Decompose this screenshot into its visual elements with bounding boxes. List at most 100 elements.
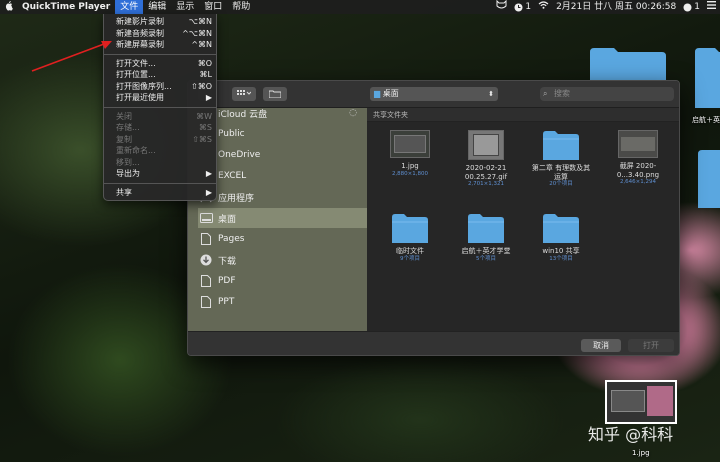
menu-item-open-recent[interactable]: 打开最近使用 ▶ bbox=[104, 92, 216, 104]
menu-file[interactable]: 文件 bbox=[115, 0, 144, 14]
menu-item-label: 存储... bbox=[116, 123, 140, 132]
menu-item-rename: 重新命名... bbox=[104, 145, 216, 157]
file-meta: 5个项目 bbox=[476, 255, 496, 262]
cancel-button[interactable]: 取消 bbox=[581, 339, 621, 352]
image-thumbnail bbox=[468, 130, 504, 160]
file-name: 启航＋英才学堂 bbox=[461, 247, 511, 255]
sidebar-item-label: PDF bbox=[218, 276, 236, 286]
sidebar-item-label: Pages bbox=[218, 234, 245, 244]
datetime[interactable]: 2月21日 廿八 周五 00:26:58 bbox=[556, 0, 676, 14]
control-list-icon[interactable] bbox=[707, 0, 716, 14]
menu-item-label: 新建屏幕录制 bbox=[116, 40, 164, 49]
menu-item-label: 新建音频录制 bbox=[116, 28, 164, 38]
file-item[interactable]: win10 共享 13个项目 bbox=[530, 213, 592, 263]
file-item[interactable]: 2020-02-21 00.25.27.gif 2,701×1,321 bbox=[455, 130, 517, 188]
search-input[interactable]: ⌕ 搜索 bbox=[540, 87, 674, 101]
desktop-folder[interactable] bbox=[698, 148, 720, 211]
location-select[interactable]: ▆ 桌面 ⬍ bbox=[370, 87, 498, 101]
sidebar-item-icloud[interactable]: iCloud 云盘 ◌ bbox=[198, 103, 367, 123]
menu-item-new-screen-recording[interactable]: 新建屏幕录制 ^⌘N bbox=[104, 39, 216, 51]
progress-icon: ◌ bbox=[349, 108, 357, 118]
menu-item-label: 新建影片录制 bbox=[116, 17, 164, 26]
search-placeholder: 搜索 bbox=[554, 89, 570, 98]
sidebar-item-label: iCloud 云盘 bbox=[218, 109, 268, 120]
file-item[interactable]: 临时文件 9个项目 bbox=[379, 213, 441, 263]
download-icon bbox=[198, 253, 214, 267]
new-folder-button[interactable] bbox=[263, 87, 287, 101]
file-meta: 13个项目 bbox=[549, 255, 573, 262]
menu-item-shortcut: ⌥⌘N bbox=[188, 17, 212, 26]
image-thumbnail bbox=[618, 130, 658, 158]
desktop-folder-icon: ▆ bbox=[374, 89, 381, 98]
file-item[interactable]: 截屏 2020-0...3.40.png 2,646×1,294 bbox=[607, 130, 669, 186]
document-icon bbox=[198, 274, 214, 288]
menu-item-export-as[interactable]: 导出为 ▶ bbox=[104, 168, 216, 180]
sidebar-item-ppt[interactable]: PPT bbox=[198, 292, 367, 312]
file-name: 2020-02-21 00.25.27.gif bbox=[464, 164, 508, 181]
file-browser: 共享文件夹 1.jpg 2,880×1,800 2020-02-21 00.25… bbox=[367, 108, 679, 331]
sidebar-item-label: 桌面 bbox=[218, 214, 237, 225]
menu-item-open-location[interactable]: 打开位置... ⌘L bbox=[104, 69, 216, 81]
menu-item-open-file[interactable]: 打开文件... ⌘O bbox=[104, 58, 216, 70]
menu-window[interactable]: 窗口 bbox=[199, 0, 227, 14]
menu-item-shortcut: ⇧⌘S bbox=[192, 134, 212, 144]
menu-bar: QuickTime Player 文件 编辑 显示 窗口 帮助 1 2月21日 … bbox=[0, 0, 720, 14]
file-meta: 9个项目 bbox=[400, 255, 420, 262]
watermark-text: 知乎 @科科 bbox=[588, 425, 674, 444]
view-mode-button[interactable] bbox=[232, 87, 256, 101]
file-item[interactable]: 启航＋英才学堂 5个项目 bbox=[455, 213, 517, 263]
search-icon: ⌕ bbox=[543, 89, 548, 98]
folder-icon bbox=[268, 90, 282, 99]
menu-separator bbox=[104, 106, 216, 108]
menu-view[interactable]: 显示 bbox=[171, 0, 199, 14]
sidebar-item-onedrive[interactable]: OneDrive bbox=[198, 145, 367, 165]
menu-item-label: 共享 bbox=[116, 187, 132, 197]
folder-icon bbox=[468, 214, 504, 243]
sidebar-item-pages[interactable]: Pages bbox=[198, 229, 367, 249]
file-item[interactable]: 第二章 有理数及其运算 20个项目 bbox=[530, 130, 592, 188]
folder-icon bbox=[543, 214, 579, 243]
menu-item-label: 移到... bbox=[116, 157, 140, 167]
menu-item-new-movie-recording[interactable]: 新建影片录制 ⌥⌘N bbox=[104, 16, 216, 28]
notification-icon[interactable]: 1 bbox=[683, 0, 700, 14]
menu-item-move-to: 移到... bbox=[104, 157, 216, 169]
status-area: 1 2月21日 廿八 周五 00:26:58 1 bbox=[496, 0, 716, 14]
sidebar-item-desktop[interactable]: 桌面 bbox=[198, 208, 367, 228]
menu-item-shortcut: ⌘L bbox=[199, 70, 212, 79]
badge-clock-icon[interactable]: 1 bbox=[514, 0, 531, 14]
menu-item-new-audio-recording[interactable]: 新建音频录制 ^⌥⌘N bbox=[104, 28, 216, 40]
file-item[interactable]: 1.jpg 2,880×1,800 bbox=[379, 130, 441, 178]
file-name: 截屏 2020-0...3.40.png bbox=[616, 162, 660, 179]
open-button[interactable]: 打开 bbox=[628, 339, 674, 352]
menu-item-duplicate: 复制 ⇧⌘S bbox=[104, 134, 216, 146]
sidebar-item-excel[interactable]: EXCEL bbox=[198, 166, 367, 186]
sidebar-item-label: Public bbox=[218, 129, 245, 139]
sidebar-item-applications[interactable]: 应用程序 bbox=[198, 187, 367, 207]
sidebar-item-pdf[interactable]: PDF bbox=[198, 271, 367, 291]
sidebar-item-downloads[interactable]: 下载 bbox=[198, 250, 367, 270]
folder-icon bbox=[543, 131, 579, 160]
desktop-folder[interactable] bbox=[695, 46, 720, 111]
menu-app-name[interactable]: QuickTime Player bbox=[18, 0, 115, 14]
submenu-arrow-icon: ▶ bbox=[205, 169, 212, 178]
menu-item-shortcut: ^⌥⌘N bbox=[182, 28, 212, 38]
image-thumbnail bbox=[390, 130, 430, 158]
apple-menu-icon[interactable] bbox=[0, 0, 18, 14]
menu-item-share[interactable]: 共享 ▶ bbox=[104, 187, 216, 199]
file-meta: 20个项目 bbox=[549, 181, 573, 187]
submenu-arrow-icon: ▶ bbox=[205, 187, 212, 197]
wifi-icon[interactable] bbox=[538, 0, 549, 14]
notification-count: 1 bbox=[694, 2, 700, 12]
menu-help[interactable]: 帮助 bbox=[227, 0, 255, 14]
cat-icon[interactable] bbox=[496, 0, 507, 14]
menu-item-label: 打开位置... bbox=[116, 70, 156, 79]
file-name: 第二章 有理数及其运算 bbox=[531, 164, 591, 181]
section-header: 共享文件夹 bbox=[367, 108, 679, 122]
open-file-dialog: ▆ 桌面 ⬍ ⌕ 搜索 iCloud 云盘 ◌ Public OneDrive … bbox=[187, 80, 680, 356]
desktop-folder-label: 启航＋英 bbox=[692, 116, 720, 124]
file-name: 1.jpg bbox=[401, 162, 419, 170]
sidebar-item-public[interactable]: Public bbox=[198, 124, 367, 144]
desktop-file-thumbnail[interactable] bbox=[605, 380, 677, 424]
menu-item-open-image-sequence[interactable]: 打开图像序列... ⇧⌘O bbox=[104, 81, 216, 93]
menu-edit[interactable]: 编辑 bbox=[143, 0, 171, 14]
